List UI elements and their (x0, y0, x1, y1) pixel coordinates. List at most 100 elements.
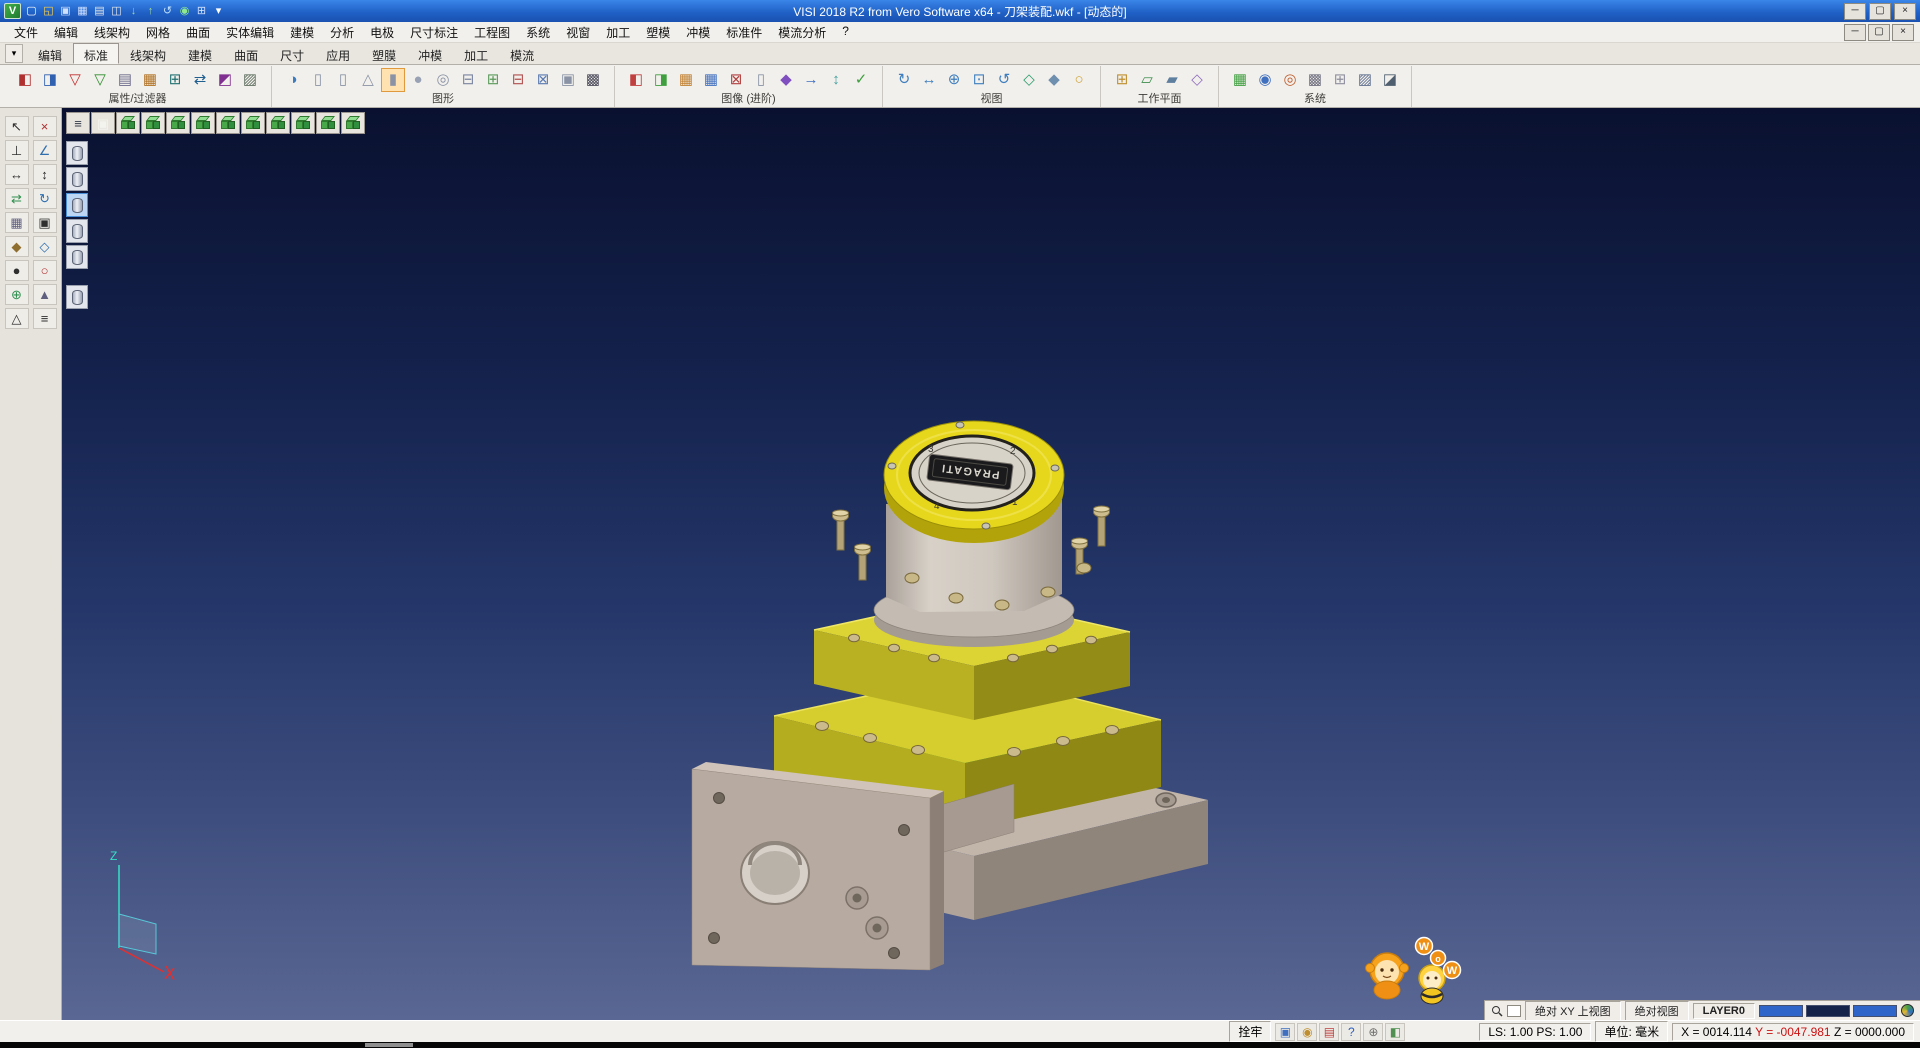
menu-window[interactable]: 视窗 (558, 22, 598, 43)
menu-die[interactable]: 冲模 (678, 22, 718, 43)
units-readout[interactable]: 单位: 毫米 (1595, 1021, 1668, 1042)
menu-dimension[interactable]: 尺寸标注 (402, 22, 466, 43)
view-iso-se-button[interactable] (341, 112, 365, 134)
view-rotate-icon[interactable]: ↻ (892, 68, 916, 92)
tab-die[interactable]: 冲模 (407, 43, 453, 64)
absolute-view-label[interactable]: 绝对视图 (1625, 1001, 1689, 1021)
menu-machining[interactable]: 加工 (598, 22, 638, 43)
scale-readout[interactable]: LS: 1.00 PS: 1.00 (1479, 1023, 1591, 1041)
menu-solid-edit[interactable]: 实体编辑 (218, 22, 282, 43)
dock-plane-icon[interactable]: ◇ (33, 236, 57, 257)
image-measure-icon[interactable]: ↕ (824, 68, 848, 92)
view-front-button[interactable] (166, 112, 190, 134)
status-help-icon[interactable]: ? (1341, 1023, 1361, 1041)
system-colors-icon[interactable]: ▦ (1228, 68, 1252, 92)
view-orientation-label[interactable]: 绝对 XY 上视图 (1525, 1001, 1621, 1021)
dock-move-h-icon[interactable]: ↔ (5, 164, 29, 185)
mdi-close-button[interactable]: × (1892, 24, 1914, 41)
view-left-button[interactable] (216, 112, 240, 134)
filter-solid-button[interactable] (66, 141, 88, 165)
solid-tube-icon[interactable]: ▯ (331, 68, 355, 92)
attr-paint-icon[interactable]: ◧ (13, 68, 37, 92)
attr-table-icon[interactable]: ▤ (113, 68, 137, 92)
menu-modeling[interactable]: 建模 (282, 22, 322, 43)
menu-mold[interactable]: 塑模 (638, 22, 678, 43)
workplane-grid-icon[interactable]: ⊞ (1110, 68, 1134, 92)
system-grid-icon[interactable]: ⊞ (1328, 68, 1352, 92)
filter-green-icon[interactable]: ▽ (88, 68, 112, 92)
layer-color-swatch-blue[interactable] (1759, 1005, 1803, 1017)
solid-stack-icon[interactable]: ⊟ (456, 68, 480, 92)
menu-drafting[interactable]: 工程图 (466, 22, 518, 43)
dock-list-icon[interactable]: ≡ (33, 308, 57, 329)
menu-file[interactable]: 文件 (6, 22, 46, 43)
view-light-icon[interactable]: ○ (1067, 68, 1091, 92)
dock-erase-icon[interactable]: × (33, 116, 57, 137)
system-pattern-icon[interactable]: ▩ (1303, 68, 1327, 92)
dock-mesh-icon[interactable]: ▦ (5, 212, 29, 233)
grid-toggle-icon[interactable]: ⊞ (193, 3, 210, 19)
menu-help[interactable]: ? (834, 22, 857, 43)
print-preview-icon[interactable]: ◫ (108, 3, 125, 19)
filter-component-button[interactable] (66, 285, 88, 309)
solid-torus-icon[interactable]: ◎ (431, 68, 455, 92)
solid-sphere-icon[interactable]: ● (406, 68, 430, 92)
view-axo-icon[interactable]: ◇ (1017, 68, 1041, 92)
menu-wireframe[interactable]: 线架构 (86, 22, 138, 43)
screen-capture-icon[interactable]: ◉ (176, 3, 193, 19)
menu-standard-parts[interactable]: 标准件 (718, 22, 770, 43)
dock-tri-fill-icon[interactable]: ▲ (33, 284, 57, 305)
menu-flow-analysis[interactable]: 模流分析 (770, 22, 834, 43)
tab-flow[interactable]: 模流 (499, 43, 545, 64)
menu-mesh[interactable]: 网格 (138, 22, 178, 43)
tab-modeling[interactable]: 建模 (177, 43, 223, 64)
dock-swap-icon[interactable]: ⇄ (5, 188, 29, 209)
dock-move-v-icon[interactable]: ↕ (33, 164, 57, 185)
model-assembly[interactable]: PRAGATI 3 2 4 1 (692, 421, 1208, 970)
dock-region-icon[interactable]: ▣ (33, 212, 57, 233)
search-icon[interactable] (1491, 1005, 1503, 1017)
status-capture-icon[interactable]: ◉ (1297, 1023, 1317, 1041)
dock-rotate-icon[interactable]: ↻ (33, 188, 57, 209)
status-view-icon[interactable]: ◧ (1385, 1023, 1405, 1041)
image-compare-green-icon[interactable]: ◨ (649, 68, 673, 92)
image-gem-icon[interactable]: ◆ (774, 68, 798, 92)
export-icon[interactable]: ↑ (142, 3, 159, 19)
status-edit-icon[interactable]: ▤ (1319, 1023, 1339, 1041)
solid-subtract-icon[interactable]: ⊟ (506, 68, 530, 92)
view-right-button[interactable] (191, 112, 215, 134)
workplane-align-icon[interactable]: ▰ (1160, 68, 1184, 92)
menu-surface[interactable]: 曲面 (178, 22, 218, 43)
viewbar-shaded-button[interactable]: ▣ (91, 112, 115, 134)
tab-standard[interactable]: 标准 (73, 43, 119, 64)
attr-settings-icon[interactable]: ▨ (238, 68, 262, 92)
dock-diamond-icon[interactable]: ◆ (5, 236, 29, 257)
dock-snap-icon[interactable]: ⊥ (5, 140, 29, 161)
solid-cone-icon[interactable]: △ (356, 68, 380, 92)
solid-union-icon[interactable]: ⊞ (481, 68, 505, 92)
tab-dropdown-button[interactable]: ▾ (5, 44, 23, 63)
dock-select-icon[interactable]: ↖ (5, 116, 29, 137)
dock-tri-outline-icon[interactable]: △ (5, 308, 29, 329)
selection-mask-icon[interactable]: ◩ (213, 68, 237, 92)
close-button[interactable]: × (1894, 3, 1916, 20)
menu-system[interactable]: 系统 (518, 22, 558, 43)
menu-electrode[interactable]: 电极 (362, 22, 402, 43)
view-shaded-icon[interactable]: ◆ (1042, 68, 1066, 92)
image-grid-orange-icon[interactable]: ▦ (674, 68, 698, 92)
mdi-minimize-button[interactable]: ─ (1844, 24, 1866, 41)
filter-point-button[interactable] (66, 245, 88, 269)
system-hatch-icon[interactable]: ▨ (1353, 68, 1377, 92)
tab-mold[interactable]: 塑膜 (361, 43, 407, 64)
system-target-icon[interactable]: ◎ (1278, 68, 1302, 92)
dock-point-icon[interactable]: ● (5, 260, 29, 281)
tab-surface[interactable]: 曲面 (223, 43, 269, 64)
workplane-free-icon[interactable]: ◇ (1185, 68, 1209, 92)
filter-surface-button[interactable] (66, 167, 88, 191)
view-iso-button[interactable] (116, 112, 140, 134)
solid-cylinder-icon[interactable]: ▯ (306, 68, 330, 92)
tab-edit[interactable]: 编辑 (27, 43, 73, 64)
solid-block-icon[interactable]: ▮ (381, 68, 405, 92)
status-gear-icon[interactable]: ⊕ (1363, 1023, 1383, 1041)
tab-wireframe[interactable]: 线架构 (119, 43, 177, 64)
